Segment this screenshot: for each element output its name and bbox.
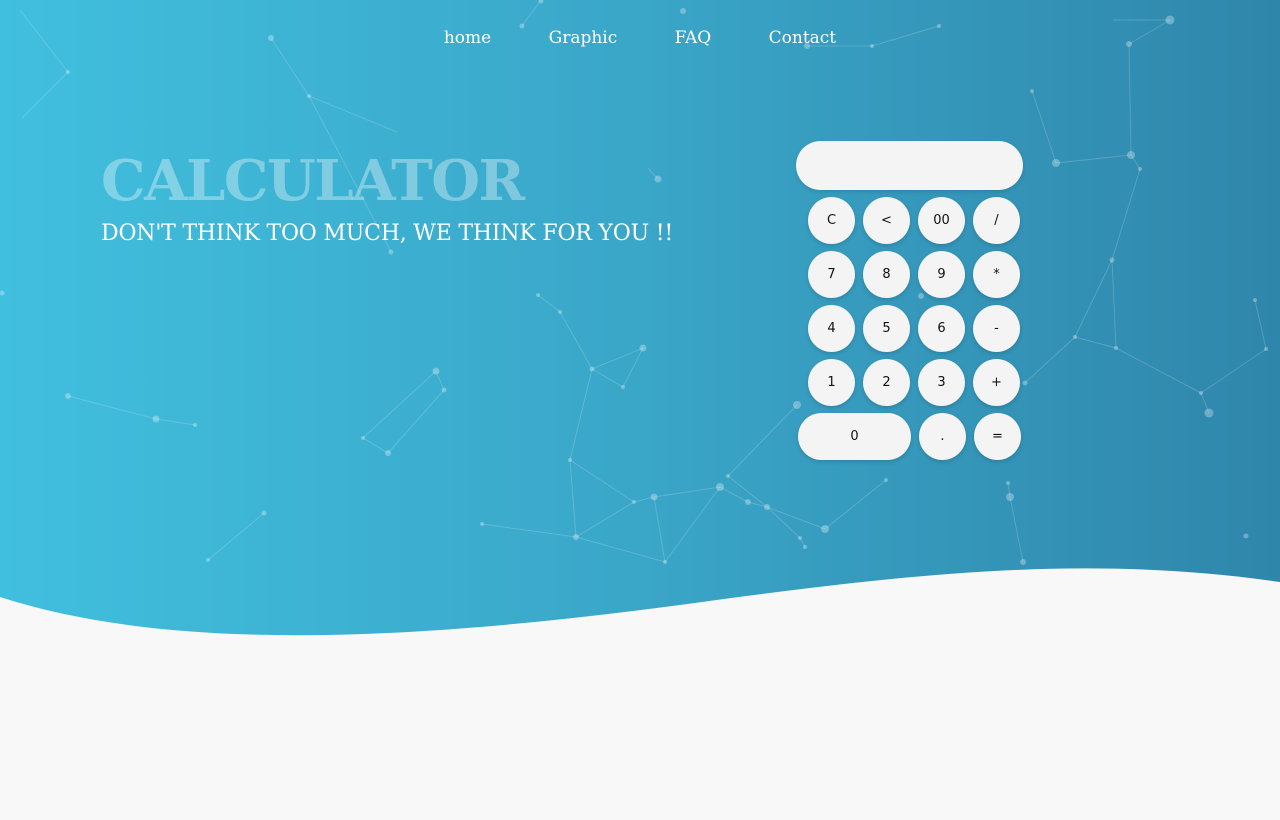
hero-section bbox=[0, 0, 1280, 820]
page-subtitle: DON'T THINK TOO MUCH, WE THINK FOR YOU !… bbox=[101, 221, 674, 246]
backspace-button[interactable]: < bbox=[863, 197, 910, 244]
digit-3-button[interactable]: 3 bbox=[918, 359, 965, 406]
page-title: CALCULATOR bbox=[101, 148, 525, 214]
nav-link-faq[interactable]: FAQ bbox=[675, 28, 712, 48]
double-zero-button[interactable]: 00 bbox=[918, 197, 965, 244]
nav-link-graphic[interactable]: Graphic bbox=[549, 28, 618, 48]
digit-1-button[interactable]: 1 bbox=[808, 359, 855, 406]
equals-button[interactable]: = bbox=[974, 413, 1021, 460]
divide-button[interactable]: / bbox=[973, 197, 1020, 244]
subtract-button[interactable]: - bbox=[973, 305, 1020, 352]
calculator-display[interactable] bbox=[796, 141, 1023, 190]
nav-link-home[interactable]: home bbox=[444, 28, 491, 48]
add-button[interactable]: + bbox=[973, 359, 1020, 406]
digit-5-button[interactable]: 5 bbox=[863, 305, 910, 352]
digit-8-button[interactable]: 8 bbox=[863, 251, 910, 298]
multiply-button[interactable]: * bbox=[973, 251, 1020, 298]
digit-9-button[interactable]: 9 bbox=[918, 251, 965, 298]
digit-2-button[interactable]: 2 bbox=[863, 359, 910, 406]
wave-divider bbox=[0, 568, 1280, 820]
clear-button[interactable]: C bbox=[808, 197, 855, 244]
digit-7-button[interactable]: 7 bbox=[808, 251, 855, 298]
digit-4-button[interactable]: 4 bbox=[808, 305, 855, 352]
nav-link-contact[interactable]: Contact bbox=[769, 28, 837, 48]
decimal-point-button[interactable]: . bbox=[919, 413, 966, 460]
digit-6-button[interactable]: 6 bbox=[918, 305, 965, 352]
digit-0-button[interactable]: 0 bbox=[798, 413, 911, 460]
main-navigation: home Graphic FAQ Contact bbox=[0, 28, 1280, 48]
